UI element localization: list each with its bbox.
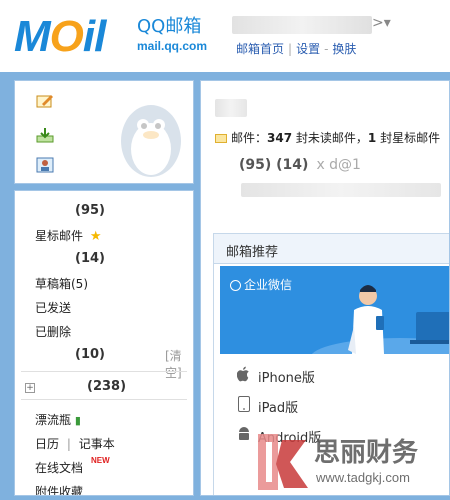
count-1[interactable]: (95) (239, 157, 271, 173)
divider (21, 399, 187, 400)
android-icon (236, 426, 252, 446)
inbox-download-icon[interactable] (35, 125, 55, 145)
app-online-docs[interactable]: 在线文档 (35, 459, 83, 476)
watermark-logo-icon (258, 434, 308, 490)
link-skin[interactable]: 换肤 (332, 42, 356, 56)
app-drift-bottle[interactable]: 漂流瓶 ▮ (35, 411, 81, 428)
starred-text: 封星标邮件 (380, 131, 441, 145)
user-name-redacted (232, 16, 372, 34)
unread-text: 封未读邮件， (295, 131, 368, 145)
starred-count[interactable]: 1 (368, 131, 376, 145)
link-settings[interactable]: 设置 (296, 42, 320, 56)
expand-folders-icon[interactable]: + (25, 383, 35, 393)
contacts-card-icon[interactable] (35, 155, 55, 175)
username-redacted (215, 99, 247, 117)
folder-group-count[interactable]: (238) (87, 379, 126, 394)
mail-summary: 邮件：347 封未读邮件，1 封星标邮件 (215, 129, 440, 146)
watermark-url: www.tadgkj.com (316, 470, 410, 485)
notes-link[interactable]: 记事本 (79, 437, 115, 451)
folder-drafts[interactable]: 草稿箱(5) (35, 275, 88, 292)
count-2[interactable]: (14) (276, 157, 308, 173)
top-links: 邮箱首页 | 设置 - 换肤 (236, 42, 357, 56)
logo-cn: QQ邮箱 (137, 16, 202, 37)
watermark: 思丽财务 www.tadgkj.com (252, 430, 450, 496)
wecom-banner[interactable]: 企业微信 (220, 266, 449, 354)
email-address-redacted: x d@1 (316, 157, 361, 173)
logo-en: mail.qq.com (137, 39, 208, 53)
folder-starred-label: 星标邮件 (35, 229, 84, 243)
client-iphone-label: iPhone版 (258, 371, 315, 386)
calendar-link[interactable]: 日历 (35, 437, 59, 451)
recommend-title: 邮箱推荐 (214, 234, 449, 264)
watermark-brand: 思丽财务 (314, 438, 419, 468)
separator: | (66, 437, 71, 451)
client-iphone[interactable]: iPhone版 (236, 366, 315, 386)
account-counts: (95) (14) x d@1 (239, 157, 361, 173)
clear-trash-link[interactable]: [清空] (165, 347, 193, 381)
folder-sidebar: (95) 星标邮件 ★ (14) 草稿箱(5) 已发送 已删除 (10) [清空… (14, 190, 194, 496)
inbox-count[interactable]: (95) (75, 203, 105, 218)
user-menu-toggle[interactable]: >▾ (372, 15, 391, 31)
bottle-icon: ▮ (74, 414, 81, 427)
deleted-count[interactable]: (10) (75, 347, 105, 362)
compose-icon[interactable] (35, 91, 55, 111)
new-badge: NEW (91, 456, 110, 465)
secondary-address-redacted (241, 183, 441, 197)
qq-penguin-icon (121, 105, 181, 177)
banner-illustration (311, 285, 449, 354)
unread-count[interactable]: 347 (267, 131, 292, 145)
envelope-icon (215, 134, 227, 143)
drift-bottle-label: 漂流瓶 (35, 413, 72, 427)
client-ipad[interactable]: iPad版 (236, 396, 298, 416)
app-attachments[interactable]: 附件收藏 (35, 483, 83, 495)
folder-starred[interactable]: 星标邮件 ★ (35, 227, 102, 244)
quick-actions-panel (14, 80, 194, 184)
folder-deleted[interactable]: 已删除 (35, 323, 71, 340)
header: MOil QQ邮箱 mail.qq.com >▾ 邮箱首页 | 设置 - 换肤 (0, 0, 450, 72)
logo-subtitle: QQ邮箱 mail.qq.com (137, 16, 232, 54)
link-home[interactable]: 邮箱首页 (236, 42, 284, 56)
tablet-icon (236, 396, 252, 416)
app-calendar-notes: 日历 | 记事本 (35, 435, 115, 452)
logo-wordmark: MOil (14, 12, 106, 61)
client-ipad-label: iPad版 (258, 401, 299, 416)
apple-icon (236, 366, 252, 386)
divider (21, 371, 187, 372)
folder-sent[interactable]: 已发送 (35, 299, 71, 316)
star-icon: ★ (89, 229, 102, 244)
mail-prefix: 邮件： (231, 131, 268, 145)
group-count[interactable]: (14) (75, 251, 105, 266)
